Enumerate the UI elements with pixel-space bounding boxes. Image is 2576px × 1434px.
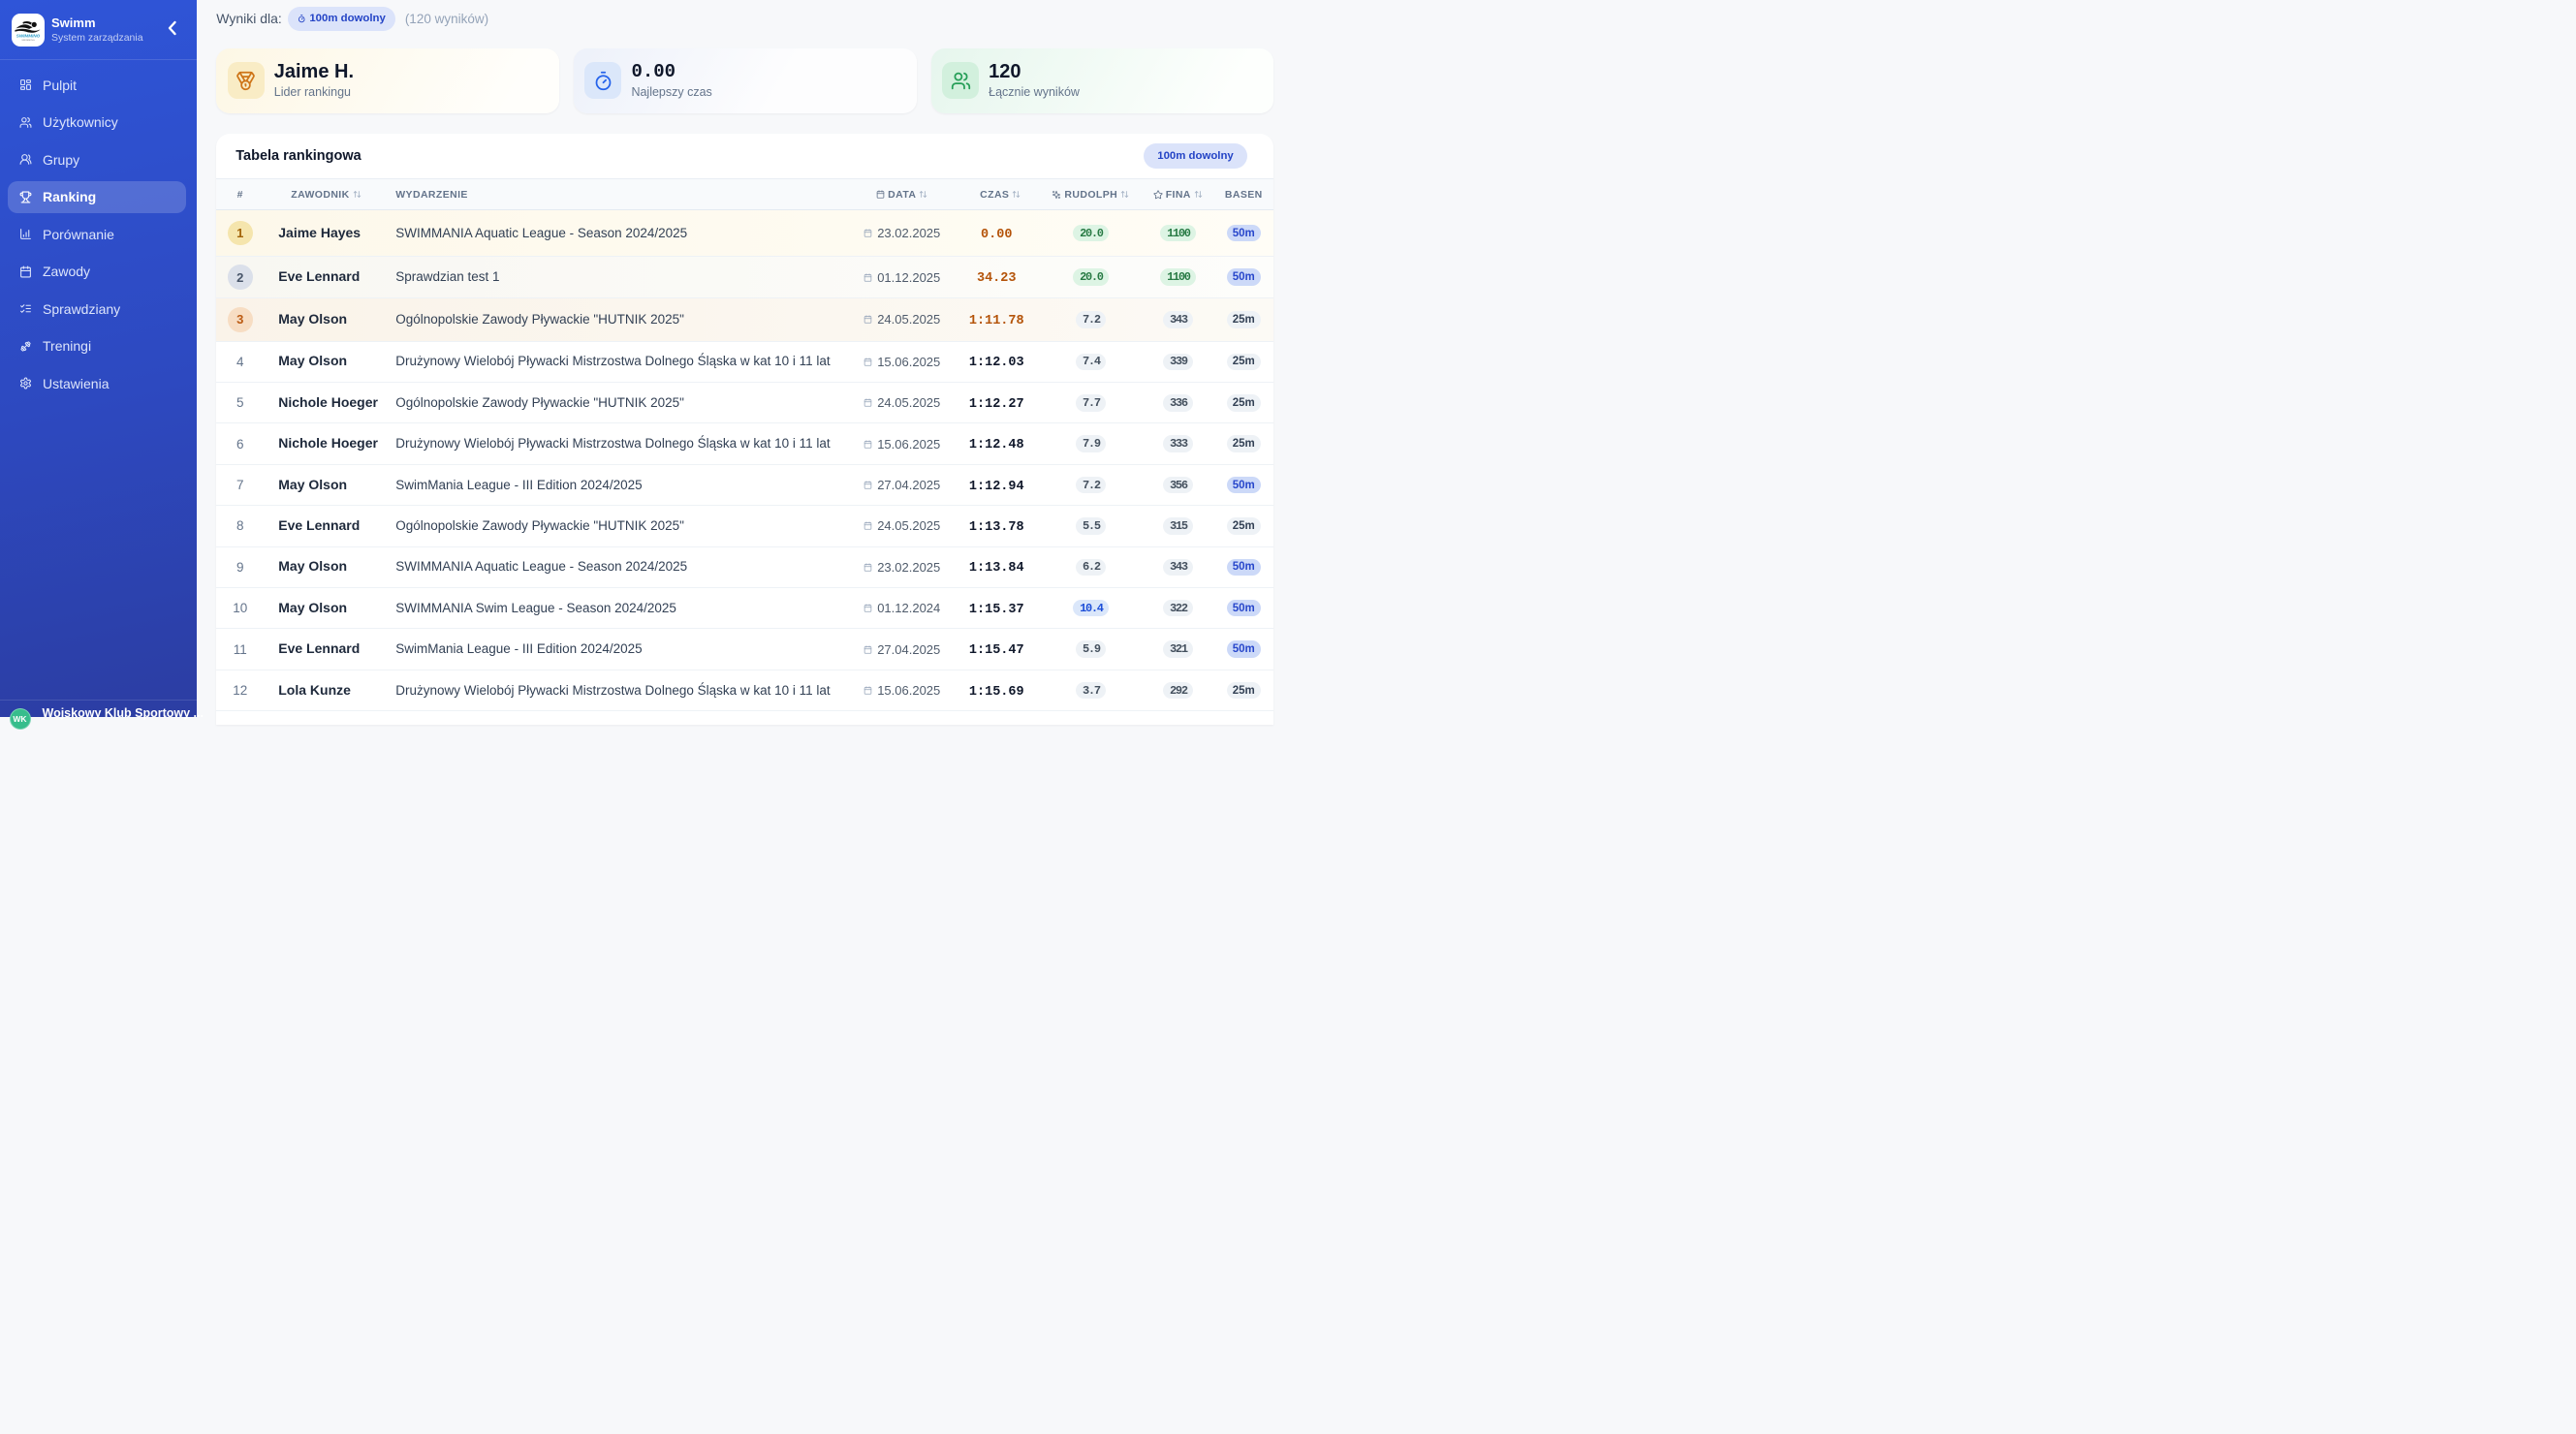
svg-text:SWIMMING: SWIMMING bbox=[16, 33, 40, 38]
svg-text:S W I M M I N G: S W I M M I N G bbox=[21, 40, 35, 42]
